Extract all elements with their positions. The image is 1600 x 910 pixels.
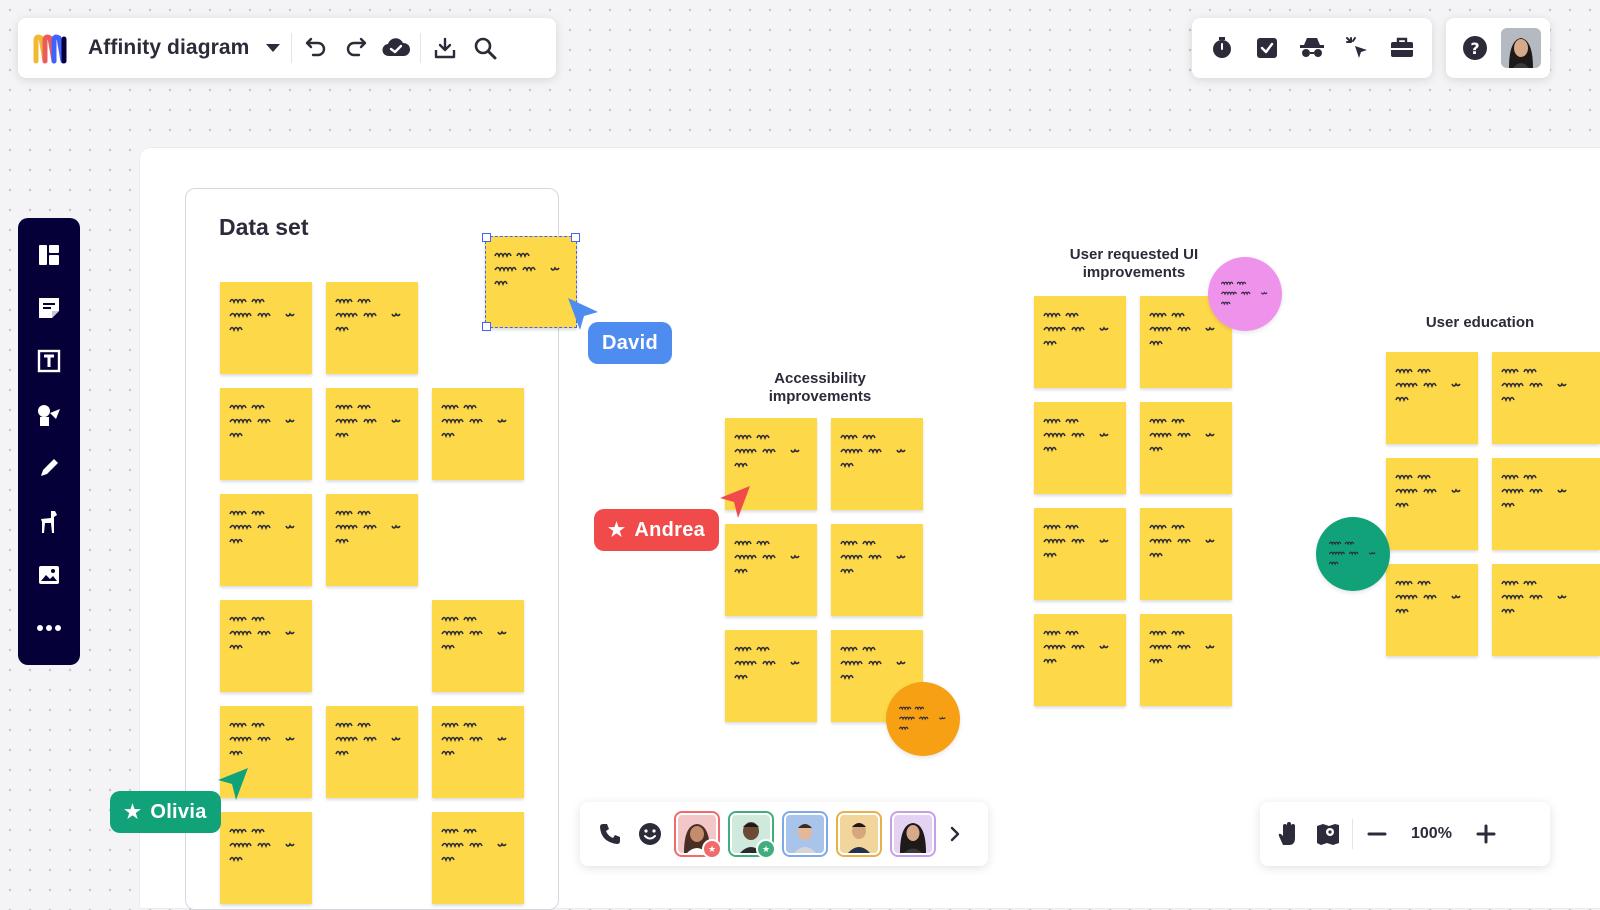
chevron-right-icon[interactable] xyxy=(940,814,970,854)
creation-toolbar xyxy=(18,218,80,665)
sticky-note[interactable] xyxy=(220,388,312,480)
sticky-note[interactable] xyxy=(1034,296,1126,388)
sticky-note[interactable] xyxy=(220,282,312,374)
sticky-note[interactable] xyxy=(1386,564,1478,656)
sticky-note[interactable] xyxy=(1034,508,1126,600)
cursor-label-olivia: ★ Olivia xyxy=(110,791,221,833)
collaborator-avatar[interactable] xyxy=(838,813,880,855)
sticky-note[interactable] xyxy=(1034,614,1126,706)
collaborator-avatar[interactable] xyxy=(784,813,826,855)
text-icon[interactable] xyxy=(29,341,69,381)
star-badge-icon: ★ xyxy=(756,839,776,859)
toolbox-icon[interactable] xyxy=(1382,28,1422,68)
sticky-note[interactable] xyxy=(432,388,524,480)
sticky-note[interactable] xyxy=(831,524,923,616)
hand-icon[interactable] xyxy=(1268,814,1308,854)
search-icon[interactable] xyxy=(465,28,505,68)
sticky-note[interactable] xyxy=(1492,458,1600,550)
dot-note-pink[interactable] xyxy=(1208,257,1282,331)
cluster-title-education[interactable]: User education xyxy=(1410,314,1550,332)
zoom-level[interactable]: 100% xyxy=(1411,825,1452,843)
sticky-note[interactable] xyxy=(1492,352,1600,444)
collaboration-bar: ★ ★ xyxy=(580,802,988,866)
sticky-note[interactable] xyxy=(326,706,418,798)
cursor-arrow-icon xyxy=(720,486,750,518)
cursor-click-icon[interactable] xyxy=(1337,28,1377,68)
cursor-label-david: David xyxy=(588,322,672,364)
user-avatar[interactable] xyxy=(1501,28,1541,68)
sticky-note[interactable] xyxy=(1492,564,1600,656)
logo-icon[interactable] xyxy=(30,28,76,68)
cluster-title-ui[interactable]: User requested UI improvements xyxy=(1054,246,1214,282)
pen-icon[interactable] xyxy=(29,448,69,488)
help-icon[interactable]: ? xyxy=(1455,28,1495,68)
sticky-note[interactable] xyxy=(432,706,524,798)
collaboration-tools xyxy=(1192,18,1432,78)
account-bar: ? xyxy=(1446,18,1550,78)
cursor-name: David xyxy=(602,331,658,354)
dot-note-green[interactable] xyxy=(1316,517,1390,591)
chevron-down-icon[interactable] xyxy=(259,28,287,68)
sticky-note-icon[interactable] xyxy=(29,288,69,328)
sticky-note[interactable] xyxy=(725,630,817,722)
sticky-note[interactable] xyxy=(326,388,418,480)
emoji-icon[interactable] xyxy=(630,814,670,854)
dataset-title[interactable]: Data set xyxy=(219,214,308,241)
sticky-note[interactable] xyxy=(220,494,312,586)
board-toolbar: Affinity diagram xyxy=(18,18,556,78)
sticky-note[interactable] xyxy=(326,282,418,374)
map-pin-icon[interactable] xyxy=(1308,814,1348,854)
collaborator-avatar[interactable] xyxy=(892,813,934,855)
star-badge-icon: ★ xyxy=(702,839,722,859)
image-icon[interactable] xyxy=(29,555,69,595)
more-icon[interactable] xyxy=(29,608,69,648)
divider xyxy=(420,33,422,63)
export-icon[interactable] xyxy=(425,28,465,68)
resize-handle[interactable] xyxy=(571,233,580,242)
sticky-note[interactable] xyxy=(1386,458,1478,550)
resize-handle[interactable] xyxy=(482,233,491,242)
zoom-in-icon[interactable] xyxy=(1466,814,1506,854)
sticky-note[interactable] xyxy=(831,418,923,510)
sticky-note[interactable] xyxy=(1140,614,1232,706)
sticky-note[interactable] xyxy=(1386,352,1478,444)
private-mode-icon[interactable] xyxy=(1292,28,1332,68)
shapes-icon[interactable] xyxy=(29,395,69,435)
undo-icon[interactable] xyxy=(296,28,336,68)
templates-icon[interactable] xyxy=(29,235,69,275)
selection-box[interactable] xyxy=(482,233,580,331)
zoom-out-icon[interactable] xyxy=(1357,814,1397,854)
board-title[interactable]: Affinity diagram xyxy=(88,36,249,60)
dot-note-orange[interactable] xyxy=(886,682,960,756)
divider xyxy=(291,33,293,63)
timer-icon[interactable] xyxy=(1202,28,1242,68)
sticky-note[interactable] xyxy=(432,812,524,904)
sticky-note[interactable] xyxy=(1140,508,1232,600)
phone-icon[interactable] xyxy=(590,814,630,854)
task-check-icon[interactable] xyxy=(1247,28,1287,68)
cluster-title-accessibility[interactable]: Accessibility improvements xyxy=(740,370,900,406)
sticky-note[interactable] xyxy=(326,494,418,586)
sticky-note[interactable] xyxy=(432,600,524,692)
resize-handle[interactable] xyxy=(482,322,491,331)
star-icon: ★ xyxy=(608,519,626,541)
sticky-note[interactable] xyxy=(220,600,312,692)
divider xyxy=(1352,819,1353,849)
collaborator-avatar[interactable]: ★ xyxy=(730,813,776,859)
cursor-name: Andrea xyxy=(634,518,706,541)
redo-icon[interactable] xyxy=(336,28,376,68)
sticky-note[interactable] xyxy=(1140,402,1232,494)
sticky-note[interactable] xyxy=(1034,402,1126,494)
sticky-note[interactable] xyxy=(220,812,312,904)
zoom-bar: 100% xyxy=(1260,802,1550,866)
cursor-label-andrea: ★ Andrea xyxy=(594,509,720,551)
sticky-note[interactable] xyxy=(725,524,817,616)
collaborator-avatar[interactable]: ★ xyxy=(676,813,722,859)
cursor-name: Olivia xyxy=(150,800,207,823)
cloud-check-icon[interactable] xyxy=(376,28,416,68)
svg-text:?: ? xyxy=(1470,39,1479,58)
star-icon: ★ xyxy=(124,801,142,823)
animal-icon[interactable] xyxy=(29,502,69,542)
